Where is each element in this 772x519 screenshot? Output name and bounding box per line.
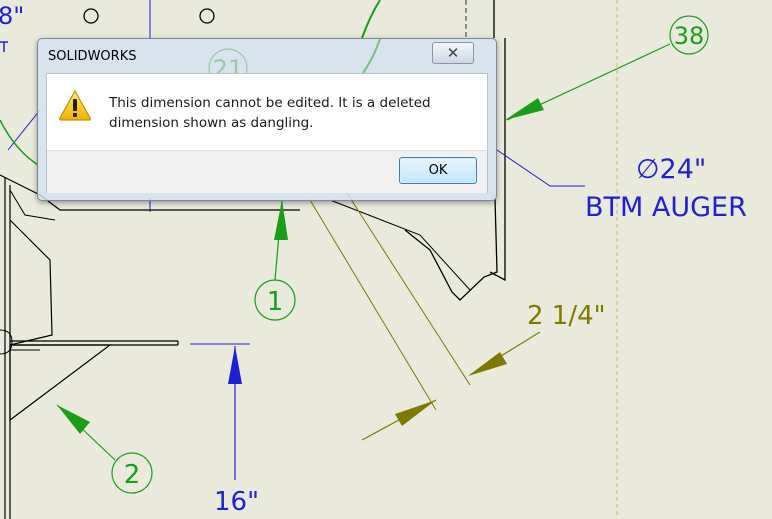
hole [199,8,215,24]
ok-button[interactable]: OK [399,157,477,184]
dim-16-label[interactable]: 16" [214,487,259,517]
green-arc [361,0,381,39]
hole [83,8,99,24]
dim-arrowhead [468,352,507,376]
auger-leader [496,149,585,187]
button-bar: OK [47,150,487,193]
dim-extension-line [344,189,471,386]
message-dialog: 21 SOLIDWORKS ✕ This dimension cannot be… [37,38,497,201]
message-area: This dimension cannot be edited. It is a… [47,74,487,150]
warning-icon [59,89,91,121]
dialog-body: This dimension cannot be edited. It is a… [46,73,488,193]
balloon-arrowhead [274,200,288,240]
close-icon: ✕ [446,44,460,62]
btm-auger-label[interactable]: BTM AUGER [585,192,747,223]
balloon-38-label: 38 [674,22,705,50]
dim-arrowhead [395,400,436,426]
dim-arrowhead [228,346,242,384]
part-outline [404,197,498,301]
balloon-arrowhead [57,405,90,434]
blue-edge [7,109,41,151]
diameter-24-label[interactable]: ∅24" [636,154,706,185]
close-button[interactable]: ✕ [432,42,474,64]
message-text: This dimension cannot be edited. It is a… [109,95,431,131]
dim-extension-line [309,199,437,411]
blue-fragment [0,41,8,52]
dim-2-1-4-label[interactable]: 2 1/4" [527,301,606,331]
dim-fragment-label[interactable]: 8" [0,2,24,30]
dialog-title: SOLIDWORKS [48,49,137,64]
part-outline [9,219,53,346]
green-arc [362,39,381,74]
balloon-1-label: 1 [267,287,284,317]
balloon-2-label: 2 [124,460,141,490]
balloon-arrowhead [505,98,544,120]
green-arc [0,119,39,166]
